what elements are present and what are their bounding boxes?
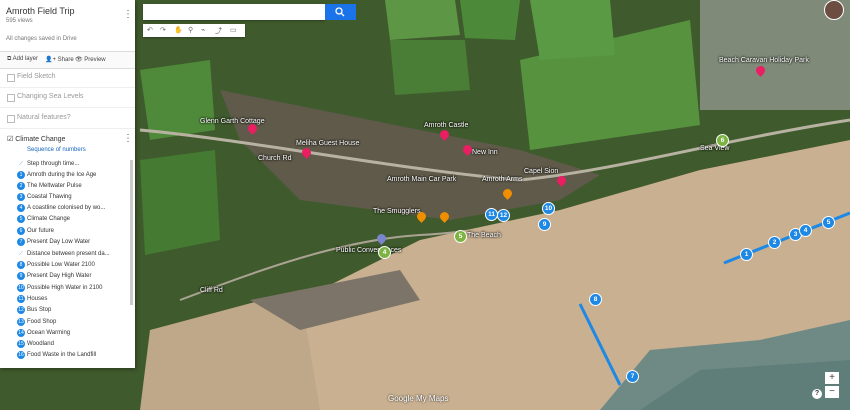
legend-item[interactable]: 3 Coastal Thawing: [17, 193, 127, 203]
redo-icon[interactable]: ↷: [160, 26, 166, 34]
map-marker-12[interactable]: 12: [497, 209, 510, 222]
save-status: All changes saved in Drive: [6, 36, 77, 42]
map-marker-7[interactable]: 7: [626, 370, 639, 383]
map-marker-5[interactable]: 5: [822, 216, 835, 229]
google-my-maps-logo: Google My Maps: [388, 394, 449, 403]
ruler-icon[interactable]: ▭: [230, 26, 237, 34]
legend-item[interactable]: ⟋ Step through time...: [17, 160, 127, 170]
layer-options-icon[interactable]: ⋮: [123, 133, 133, 144]
legend-item[interactable]: 9 Present Day High Water: [17, 272, 127, 282]
layer-field-sketch[interactable]: Field Sketch: [0, 69, 135, 88]
map-marker-4[interactable]: 4: [799, 224, 812, 237]
layer-natural-features[interactable]: Natural features?: [0, 110, 135, 129]
place-label: Amroth Castle: [424, 122, 469, 129]
legend-scrollbar[interactable]: [130, 160, 133, 305]
legend-item[interactable]: 5 Climate Change: [17, 215, 127, 225]
draw-line-icon[interactable]: ⌁: [201, 26, 205, 34]
search-input[interactable]: [143, 4, 325, 20]
undo-icon[interactable]: ↶: [147, 26, 153, 34]
zoom-in-button[interactable]: +: [825, 372, 839, 384]
place-label: The Beach: [467, 232, 501, 239]
map-marker-4-green[interactable]: 4: [378, 246, 391, 259]
layer-changing-sea-levels[interactable]: Changing Sea Levels: [0, 89, 135, 108]
map-marker-5-green[interactable]: 5: [454, 230, 467, 243]
legend-item[interactable]: 15 Woodland: [17, 340, 127, 350]
place-label: New Inn: [472, 149, 498, 156]
place-label: Public Conveniences: [336, 247, 402, 254]
map-marker-10[interactable]: 10: [542, 202, 555, 215]
legend-item[interactable]: 10 Possible High Water in 2100: [17, 284, 127, 294]
map-marker-2[interactable]: 2: [768, 236, 781, 249]
legend-item[interactable]: 12 Bus Stop: [17, 306, 127, 316]
layer-checkbox[interactable]: [7, 74, 15, 82]
place-label: Amroth Main Car Park: [387, 176, 457, 183]
legend-item[interactable]: ⟋ Distance between present da...: [17, 250, 127, 260]
legend-item[interactable]: 14 Ocean Warming: [17, 329, 127, 339]
map-title[interactable]: Amroth Field Trip: [6, 6, 75, 16]
add-layer-button[interactable]: ⧉ Add layer: [7, 56, 38, 63]
layer-checkbox[interactable]: [7, 94, 15, 102]
directions-icon[interactable]: ⤴: [215, 26, 222, 36]
place-label: Capel Sion: [524, 168, 559, 175]
legend-item[interactable]: 13 Food Shop: [17, 318, 127, 328]
map-marker-8[interactable]: 8: [589, 293, 602, 306]
marker-icon[interactable]: ⚲: [188, 26, 193, 34]
layer-style-link[interactable]: Sequence of numbers: [27, 147, 86, 153]
legend-item[interactable]: 4A coastline colonised by wo...: [17, 204, 127, 214]
search-button[interactable]: [325, 4, 356, 20]
share-button[interactable]: 👤+ Share: [45, 56, 74, 63]
panel-toolbar: ⧉ Add layer 👤+ Share 👁 Preview: [0, 51, 135, 69]
preview-button[interactable]: 👁 Preview: [75, 56, 106, 63]
avatar[interactable]: [824, 0, 844, 20]
layer-checkbox[interactable]: [7, 115, 15, 123]
road-label: Church Rd: [258, 155, 292, 162]
place-label: Beach Caravan Holiday Park: [719, 57, 809, 64]
place-label: Meliha Guest House: [296, 140, 360, 147]
legend-item[interactable]: 8 Possible Low Water 2100: [17, 261, 127, 271]
layers-panel: Amroth Field Trip 595 views All changes …: [0, 0, 135, 368]
legend-item[interactable]: 11 Houses: [17, 295, 127, 305]
legend-item[interactable]: 7 Present Day Low Water: [17, 238, 127, 248]
legend-item[interactable]: 1 Amroth during the Ice Age: [17, 171, 127, 181]
map-tools: ↶ ↷ ✋ ⚲ ⌁ ⤴ ▭: [143, 24, 245, 37]
map-marker-6[interactable]: 6: [716, 134, 729, 147]
legend-item[interactable]: 2 The Meltwater Pulse: [17, 182, 127, 192]
zoom-out-button[interactable]: −: [825, 386, 839, 398]
search-icon: [335, 7, 345, 17]
legend-item[interactable]: 6 Our future: [17, 227, 127, 237]
view-count: 595 views: [6, 18, 33, 24]
road-label: Cliff Rd: [200, 287, 223, 294]
help-button[interactable]: ?: [812, 389, 822, 399]
map-marker-1[interactable]: 1: [740, 248, 753, 261]
map-marker-9[interactable]: 9: [538, 218, 551, 231]
legend-item[interactable]: 16 Food Waste in the Landfill: [17, 351, 127, 361]
active-layer-title[interactable]: ☑ Climate Change: [7, 135, 65, 143]
place-label: The Smugglers: [373, 208, 421, 215]
hand-icon[interactable]: ✋: [174, 26, 183, 34]
more-options-icon[interactable]: ⋮: [123, 9, 133, 20]
place-label: Amroth Arms: [482, 176, 523, 183]
